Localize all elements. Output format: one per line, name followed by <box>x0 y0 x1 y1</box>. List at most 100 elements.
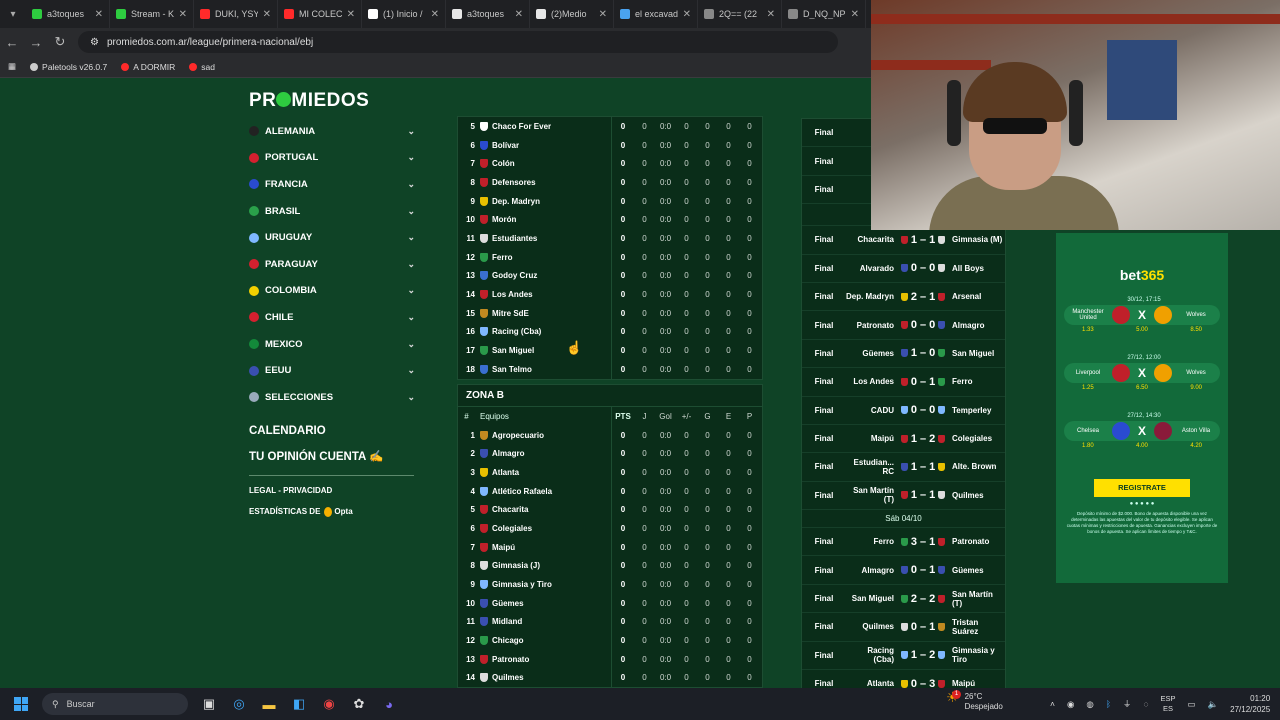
privacy-link[interactable]: PRIVACIDAD <box>283 486 332 495</box>
clock[interactable]: 01:20 27/12/2025 <box>1230 693 1270 715</box>
close-icon[interactable]: ✕ <box>851 9 859 20</box>
table-row[interactable]: 7 Colón 0 0 0:0 0 0 0 0 <box>458 154 762 174</box>
sidebar-item-chile[interactable]: CHILE ⌄ <box>249 304 415 331</box>
match-row[interactable]: Final Quilmes 0–1 Tristan Suárez <box>802 613 1005 642</box>
team-cell[interactable]: Dep. Madryn <box>480 191 612 211</box>
table-row[interactable]: 10 Güemes 0 0 0:0 0 0 0 0 <box>458 593 762 613</box>
team-cell[interactable]: Estudiantes <box>480 229 612 248</box>
task-view-icon[interactable]: ▣ <box>194 696 224 712</box>
chevron-down-icon[interactable]: ⌄ <box>407 126 415 137</box>
table-row[interactable]: 11 Estudiantes 0 0 0:0 0 0 0 0 <box>458 229 762 248</box>
table-row[interactable]: 1 Agropecuario 0 0 0:0 0 0 0 0 <box>458 425 762 445</box>
browser-tab[interactable]: el excavad ✕ <box>614 0 698 28</box>
sidebar-item-brasil[interactable]: BRASIL ⌄ <box>249 198 415 225</box>
match-row[interactable]: Final Alvarado 0–0 All Boys <box>802 255 1005 283</box>
ad-match-bar[interactable]: Liverpool X Wolves <box>1064 363 1220 383</box>
sidebar-item-francia[interactable]: FRANCIA ⌄ <box>249 171 415 198</box>
match-row[interactable]: Final Estudian... RC 1–1 Alte. Brown <box>802 453 1005 482</box>
browser-tab[interactable]: (1) Inicio / ✕ <box>362 0 446 28</box>
table-row[interactable]: 9 Dep. Madryn 0 0 0:0 0 0 0 0 <box>458 191 762 211</box>
ad-match[interactable]: 30/12, 17:15 Manchester United X Wolves 1.33… <box>1064 297 1220 341</box>
match-row[interactable]: Final San Miguel 2–2 San Martín (T) <box>802 585 1005 614</box>
table-row[interactable]: 15 Mitre SdE 0 0 0:0 0 0 0 0 <box>458 303 762 323</box>
bookmark-item[interactable]: Paletools v26.0.7 <box>30 62 107 72</box>
close-icon[interactable]: ✕ <box>431 9 439 20</box>
odd-draw[interactable]: 6.50 <box>1136 385 1148 391</box>
team-cell[interactable]: Racing (Cba) <box>480 322 612 342</box>
taskbar-search[interactable]: ⚲ Buscar <box>42 693 188 715</box>
browser-tab[interactable]: a3toques ✕ <box>446 0 530 28</box>
table-row[interactable]: 18 San Telmo 0 0 0:0 0 0 0 0 <box>458 359 762 379</box>
reload-icon[interactable]: ↻ <box>48 34 72 50</box>
ad-match[interactable]: 27/12, 12:00 Liverpool X Wolves 1.25 6.50 9.00 <box>1064 355 1220 399</box>
chevron-down-icon[interactable]: ⌄ <box>407 339 415 350</box>
start-button[interactable] <box>0 697 42 711</box>
table-row[interactable]: 17 San Miguel 0 0 0:0 0 0 0 0 <box>458 341 762 360</box>
sidebar-item-selecciones[interactable]: SELECCIONES ⌄ <box>249 384 415 411</box>
table-row[interactable]: 7 Maipú 0 0 0:0 0 0 0 0 <box>458 537 762 557</box>
match-row[interactable]: Final Ferro 3–1 Patronato <box>802 528 1005 557</box>
team-cell[interactable]: Defensores <box>480 173 612 192</box>
browser-tab[interactable]: (2)Medio ✕ <box>530 0 614 28</box>
opta-logo[interactable]: Opta <box>324 506 353 517</box>
bet365-ad[interactable]: bet365 30/12, 17:15 Manchester United X Wol… <box>1056 233 1228 583</box>
team-cell[interactable]: San Miguel <box>480 341 612 360</box>
forward-icon[interactable]: → <box>24 35 48 50</box>
team-cell[interactable]: Quilmes <box>480 668 612 688</box>
browser-tab[interactable]: DUKI, YSY ✕ <box>194 0 278 28</box>
table-row[interactable]: 5 Chacarita 0 0 0:0 0 0 0 0 <box>458 500 762 520</box>
store-icon[interactable]: ◧ <box>284 696 314 712</box>
close-icon[interactable]: ✕ <box>347 9 355 20</box>
match-row[interactable]: Final San Martín (T) 1–1 Quilmes <box>802 482 1005 511</box>
chevron-down-icon[interactable]: ⌄ <box>407 152 415 163</box>
team-cell[interactable]: Chacarita <box>480 500 612 520</box>
weather-widget[interactable]: ☀1 26°CDespejado <box>946 690 1003 712</box>
url-field[interactable]: ⚙ promiedos.com.ar/league/primera-naciona… <box>78 31 838 53</box>
sidebar-item-alemania[interactable]: ALEMANIA ⌄ <box>249 118 415 145</box>
table-row[interactable]: 2 Almagro 0 0 0:0 0 0 0 0 <box>458 444 762 464</box>
legal-link[interactable]: LEGAL <box>249 486 276 495</box>
chevron-down-icon[interactable]: ⌄ <box>407 365 415 376</box>
browser-tab[interactable]: a3toques ✕ <box>26 0 110 28</box>
chevron-down-icon[interactable]: ⌄ <box>407 285 415 296</box>
tab-search-icon[interactable]: ▾ <box>0 0 26 28</box>
sidebar-item-mexico[interactable]: MEXICO ⌄ <box>249 331 415 358</box>
close-icon[interactable]: ✕ <box>515 9 523 20</box>
team-cell[interactable]: Mitre SdE <box>480 303 612 323</box>
match-row[interactable]: Final Güemes 1–0 San Miguel <box>802 340 1005 369</box>
carousel-dots[interactable]: ● ● ● ● ● <box>1056 501 1228 507</box>
tray-app-icon[interactable]: ◉ <box>1067 699 1074 710</box>
browser-tab[interactable]: 2Q== (22 ✕ <box>698 0 782 28</box>
bluetooth-icon[interactable]: ᛒ <box>1106 699 1111 709</box>
table-row[interactable]: 9 Gimnasia y Tiro 0 0 0:0 0 0 0 0 <box>458 575 762 594</box>
match-row[interactable]: Final Dep. Madryn 2–1 Arsenal <box>802 283 1005 312</box>
odd-home[interactable]: 1.33 <box>1082 327 1094 333</box>
site-info-icon[interactable]: ⚙ <box>90 37 99 48</box>
chevron-down-icon[interactable]: ⌄ <box>407 259 415 270</box>
table-row[interactable]: 16 Racing (Cba) 0 0 0:0 0 0 0 0 <box>458 322 762 342</box>
network-icon[interactable]: ▭ <box>1188 699 1196 710</box>
close-icon[interactable]: ✕ <box>683 9 691 20</box>
usb-icon[interactable]: ⏚ <box>1123 698 1132 710</box>
chevron-down-icon[interactable]: ⌄ <box>407 392 415 403</box>
team-cell[interactable]: Godoy Cruz <box>480 266 612 286</box>
close-icon[interactable]: ✕ <box>179 9 187 20</box>
table-row[interactable]: 13 Patronato 0 0 0:0 0 0 0 0 <box>458 649 762 669</box>
bookmark-item[interactable]: A DORMIR <box>121 62 175 72</box>
volume-icon[interactable]: 🔈 <box>1208 699 1219 710</box>
team-cell[interactable]: Bolívar <box>480 135 612 155</box>
team-cell[interactable]: Gimnasia y Tiro <box>480 575 612 594</box>
browser-tab[interactable]: MI COLECC ✕ <box>278 0 362 28</box>
match-row[interactable]: Final CADU 0–0 Temperley <box>802 397 1005 425</box>
match-row[interactable]: Final Racing (Cba) 1–2 Gimnasia y Tiro <box>802 642 1005 671</box>
discord-icon[interactable]: ◕ <box>374 697 404 712</box>
sidebar-item-portugal[interactable]: PORTUGAL ⌄ <box>249 145 415 172</box>
close-icon[interactable]: ✕ <box>599 9 607 20</box>
team-cell[interactable]: Midland <box>480 612 612 632</box>
table-row[interactable]: 4 Atlético Rafaela 0 0 0:0 0 0 0 0 <box>458 481 762 501</box>
table-row[interactable]: 10 Morón 0 0 0:0 0 0 0 0 <box>458 210 762 230</box>
table-row[interactable]: 14 Quilmes 0 0 0:0 0 0 0 0 <box>458 668 762 688</box>
file-explorer-icon[interactable]: ▬ <box>254 697 284 712</box>
odd-draw[interactable]: 4.00 <box>1136 443 1148 449</box>
table-row[interactable]: 13 Godoy Cruz 0 0 0:0 0 0 0 0 <box>458 266 762 286</box>
